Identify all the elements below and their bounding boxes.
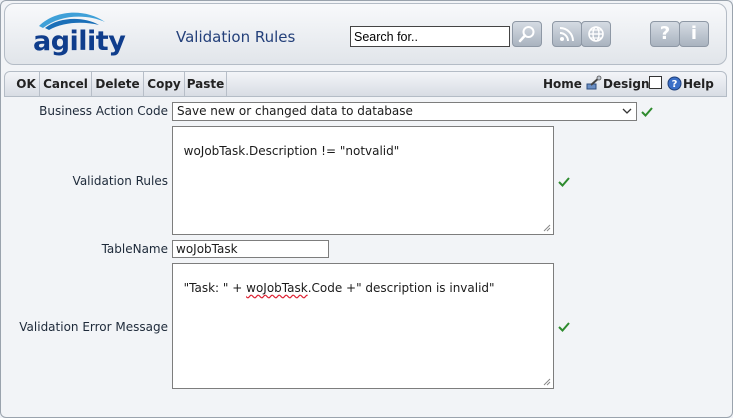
search-input[interactable] — [350, 26, 510, 47]
search-icon — [518, 26, 535, 43]
business-action-value: Save new or changed data to database — [177, 104, 413, 118]
cancel-button[interactable]: Cancel — [40, 72, 92, 96]
validation-rules-label: Validation Rules — [72, 174, 168, 188]
error-message-textarea[interactable]: "Task: " + woJobTask.Code +" description… — [172, 263, 554, 389]
logo-text: agility — [33, 26, 126, 57]
business-action-label: Business Action Code — [39, 104, 168, 118]
resize-grip-icon[interactable] — [543, 224, 551, 232]
error-message-label: Validation Error Message — [19, 320, 168, 334]
search-button[interactable] — [512, 21, 542, 47]
info-button[interactable]: i — [679, 21, 709, 47]
check-icon — [641, 107, 653, 117]
table-name-input[interactable]: woJobTask — [172, 240, 329, 258]
action-toolbar: OK Cancel Delete Copy Paste Home Design … — [4, 71, 727, 97]
globe-button[interactable] — [581, 21, 611, 47]
validation-rules-textarea[interactable]: woJobTask.Description != "notvalid" — [172, 126, 554, 235]
copy-button[interactable]: Copy — [144, 72, 185, 96]
check-icon — [558, 322, 570, 332]
error-message-misspelled: woJobTask — [246, 281, 308, 295]
resize-grip-icon[interactable] — [543, 378, 551, 386]
check-icon — [558, 177, 570, 187]
design-link[interactable]: Design — [603, 72, 650, 96]
home-link[interactable]: Home — [543, 72, 582, 96]
delete-button[interactable]: Delete — [92, 72, 144, 96]
svg-text:?: ? — [672, 79, 678, 90]
help-icon: ? — [659, 23, 671, 44]
header-bar: agility Validation Rules ? i — [4, 3, 727, 65]
rss-button[interactable] — [552, 21, 582, 47]
error-message-prefix: "Task: " + — [183, 281, 247, 295]
table-name-label: TableName — [101, 242, 168, 256]
design-icon — [586, 75, 602, 90]
help-circle-icon: ? — [667, 76, 682, 91]
page-title: Validation Rules — [176, 28, 296, 46]
validation-rules-value: woJobTask.Description != "notvalid" — [183, 144, 400, 158]
info-icon: i — [690, 23, 698, 44]
paste-button[interactable]: Paste — [185, 72, 227, 96]
chevron-down-icon — [622, 108, 632, 114]
error-message-suffix: .Code +" description is invalid" — [307, 281, 495, 295]
rss-icon — [559, 27, 574, 42]
business-action-select[interactable]: Save new or changed data to database — [172, 102, 637, 121]
globe-icon — [588, 26, 604, 42]
ok-button[interactable]: OK — [13, 72, 40, 96]
help-button[interactable]: ? — [650, 21, 680, 47]
help-link[interactable]: Help — [683, 72, 714, 96]
design-checkbox[interactable] — [649, 76, 662, 89]
